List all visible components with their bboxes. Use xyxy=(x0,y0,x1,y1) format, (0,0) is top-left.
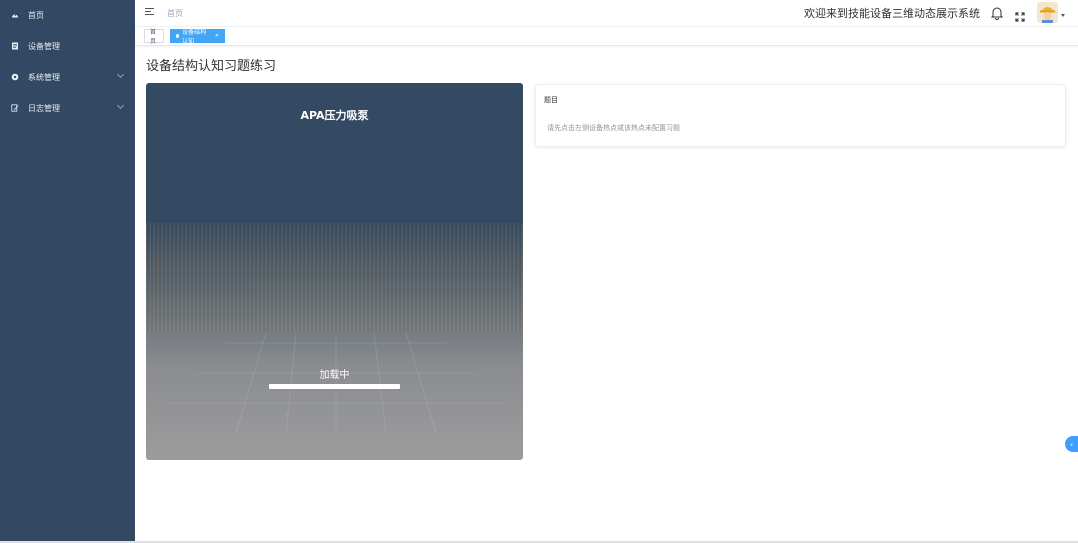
sidebar-item-device-management[interactable]: 设备管理 xyxy=(0,31,135,61)
tag-label: 设备结构认知 xyxy=(182,29,207,45)
edit-log-icon xyxy=(11,104,19,112)
active-dot-icon xyxy=(176,34,180,38)
sidebar-item-label: 设备管理 xyxy=(28,41,60,51)
app: 首页 设备管理 系统管理 日志管理 首页 欢迎来到技能设备三维动态展示系统 首页… xyxy=(0,0,1078,543)
loading-text: 加载中 xyxy=(319,370,350,381)
loading-progress-fill xyxy=(269,384,400,389)
document-icon xyxy=(11,42,19,50)
gear-icon xyxy=(11,73,19,81)
sidebar-item-label: 日志管理 xyxy=(28,103,60,113)
avatar[interactable] xyxy=(1037,2,1058,23)
sidebar-item-log-management[interactable]: 日志管理 xyxy=(0,93,135,123)
question-heading: 题目 xyxy=(544,96,558,104)
fullscreen-icon[interactable] xyxy=(1015,7,1025,22)
welcome-text: 欢迎来到技能设备三维动态展示系统 xyxy=(804,7,980,20)
top-navbar: 首页 欢迎来到技能设备三维动态展示系统 xyxy=(135,0,1078,27)
tags-view: 首页 设备结构认知 ✕ xyxy=(135,27,1078,46)
sidebar-item-label: 首页 xyxy=(28,10,44,20)
bell-icon[interactable] xyxy=(990,5,1004,20)
model-title: APA压力吸泵 xyxy=(300,109,369,122)
dashboard-icon xyxy=(11,11,19,19)
page-title: 设备结构认知习题练习 xyxy=(146,59,277,74)
scene-texture xyxy=(146,223,523,333)
right-panel-toggle[interactable]: ‹ xyxy=(1065,436,1078,452)
sidebar: 首页 设备管理 系统管理 日志管理 xyxy=(0,0,135,543)
question-panel: 题目 请先点击左侧设备热点或该热点未配置习题 xyxy=(535,84,1066,147)
sidebar-item-label: 系统管理 xyxy=(28,72,60,82)
breadcrumb[interactable]: 首页 xyxy=(167,8,183,19)
question-hint: 请先点击左侧设备热点或该热点未配置习题 xyxy=(547,124,680,132)
tag-home[interactable]: 首页 xyxy=(144,29,164,45)
chevron-down-icon xyxy=(116,101,125,110)
tag-label: 首页 xyxy=(150,29,157,45)
tag-device-structure[interactable]: 设备结构认知 ✕ xyxy=(170,29,225,45)
hamburger-icon[interactable] xyxy=(145,8,154,16)
caret-down-icon[interactable] xyxy=(1061,14,1065,17)
chevron-down-icon xyxy=(116,70,125,79)
close-icon[interactable]: ✕ xyxy=(215,33,219,39)
3d-scene-viewer[interactable]: APA压力吸泵 加载中 xyxy=(146,83,523,460)
chevron-left-icon: ‹ xyxy=(1070,439,1074,449)
loading-progress-bar xyxy=(269,384,400,389)
floor-grid xyxy=(166,333,506,433)
sidebar-item-system-management[interactable]: 系统管理 xyxy=(0,62,135,92)
sidebar-item-home[interactable]: 首页 xyxy=(0,0,135,30)
